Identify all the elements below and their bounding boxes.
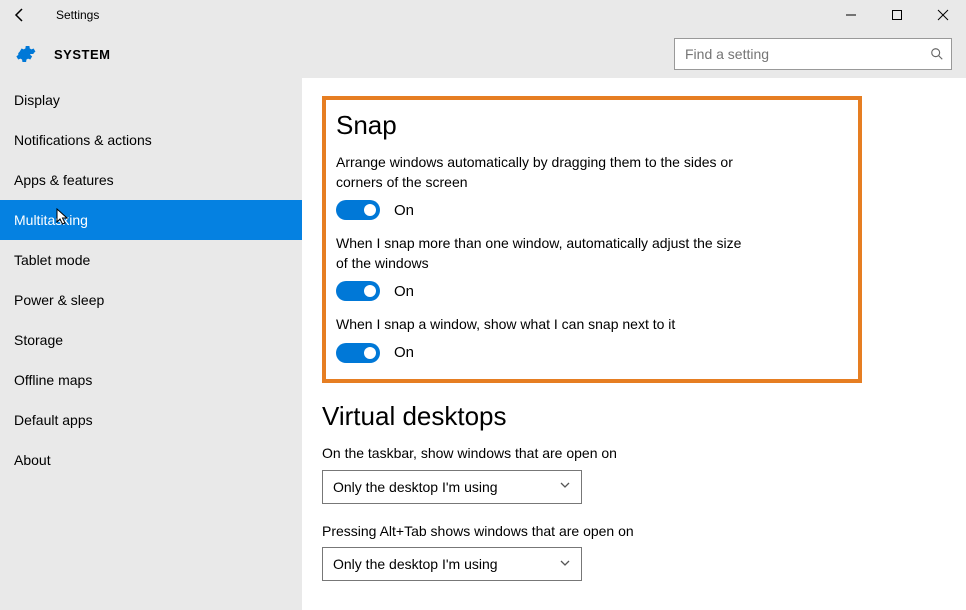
- sidebar-item-label: Power & sleep: [14, 292, 104, 308]
- sidebar-item-storage[interactable]: Storage: [0, 320, 302, 360]
- maximize-button[interactable]: [874, 0, 920, 30]
- sidebar-item-power[interactable]: Power & sleep: [0, 280, 302, 320]
- virtual-desktops-heading: Virtual desktops: [322, 401, 948, 432]
- toggle-state-label: On: [394, 283, 414, 300]
- toggle-state-label: On: [394, 202, 414, 219]
- toggle-state-label: On: [394, 344, 414, 361]
- toggle-switch[interactable]: [336, 200, 380, 220]
- sidebar-item-label: Multitasking: [14, 212, 88, 228]
- content-pane: Snap Arrange windows automatically by dr…: [302, 78, 966, 610]
- snap-option-desc: When I snap more than one window, automa…: [336, 234, 756, 273]
- settings-window: Settings SYSTEM Display: [0, 0, 966, 610]
- window-title: Settings: [40, 8, 99, 22]
- body: Display Notifications & actions Apps & f…: [0, 78, 966, 610]
- header: SYSTEM: [0, 30, 966, 78]
- sidebar-item-default-apps[interactable]: Default apps: [0, 400, 302, 440]
- snap-option-row: On: [336, 281, 844, 301]
- vd-select-taskbar[interactable]: Only the desktop I'm using: [322, 470, 582, 504]
- sidebar-item-label: Notifications & actions: [14, 132, 152, 148]
- sidebar-item-display[interactable]: Display: [0, 80, 302, 120]
- minimize-button[interactable]: [828, 0, 874, 30]
- chevron-down-icon: [559, 557, 571, 572]
- snap-heading: Snap: [336, 110, 844, 141]
- titlebar: Settings: [0, 0, 966, 30]
- sidebar-item-apps[interactable]: Apps & features: [0, 160, 302, 200]
- toggle-switch[interactable]: [336, 281, 380, 301]
- sidebar-item-label: About: [14, 452, 51, 468]
- toggle-knob: [364, 204, 376, 216]
- search-input[interactable]: [675, 39, 923, 69]
- sidebar-item-notifications[interactable]: Notifications & actions: [0, 120, 302, 160]
- sidebar-item-label: Tablet mode: [14, 252, 90, 268]
- close-button[interactable]: [920, 0, 966, 30]
- snap-option-desc: Arrange windows automatically by draggin…: [336, 153, 756, 192]
- sidebar-item-label: Apps & features: [14, 172, 114, 188]
- sidebar-item-label: Storage: [14, 332, 63, 348]
- vd-setting-group: On the taskbar, show windows that are op…: [322, 444, 948, 504]
- vd-setting-group: Pressing Alt+Tab shows windows that are …: [322, 522, 948, 582]
- search-box[interactable]: [674, 38, 952, 70]
- toggle-knob: [364, 347, 376, 359]
- sidebar-item-label: Default apps: [14, 412, 93, 428]
- sidebar-item-label: Offline maps: [14, 372, 92, 388]
- back-button[interactable]: [0, 0, 40, 30]
- snap-option-row: On: [336, 200, 844, 220]
- toggle-knob: [364, 285, 376, 297]
- sidebar-item-offline-maps[interactable]: Offline maps: [0, 360, 302, 400]
- snap-section-highlight: Snap Arrange windows automatically by dr…: [322, 96, 862, 383]
- window-controls: [828, 0, 966, 30]
- select-value: Only the desktop I'm using: [333, 556, 498, 572]
- vd-setting-label: On the taskbar, show windows that are op…: [322, 444, 742, 464]
- select-value: Only the desktop I'm using: [333, 479, 498, 495]
- sidebar: Display Notifications & actions Apps & f…: [0, 78, 302, 610]
- section-title: SYSTEM: [54, 47, 110, 62]
- search-icon: [923, 47, 951, 61]
- sidebar-item-label: Display: [14, 92, 60, 108]
- sidebar-item-about[interactable]: About: [0, 440, 302, 480]
- chevron-down-icon: [559, 479, 571, 494]
- vd-setting-label: Pressing Alt+Tab shows windows that are …: [322, 522, 742, 542]
- gear-icon: [14, 43, 36, 65]
- vd-select-alttab[interactable]: Only the desktop I'm using: [322, 547, 582, 581]
- snap-option-row: On: [336, 343, 844, 363]
- toggle-switch[interactable]: [336, 343, 380, 363]
- sidebar-item-multitasking[interactable]: Multitasking: [0, 200, 302, 240]
- snap-option-desc: When I snap a window, show what I can sn…: [336, 315, 756, 335]
- sidebar-item-tablet[interactable]: Tablet mode: [0, 240, 302, 280]
